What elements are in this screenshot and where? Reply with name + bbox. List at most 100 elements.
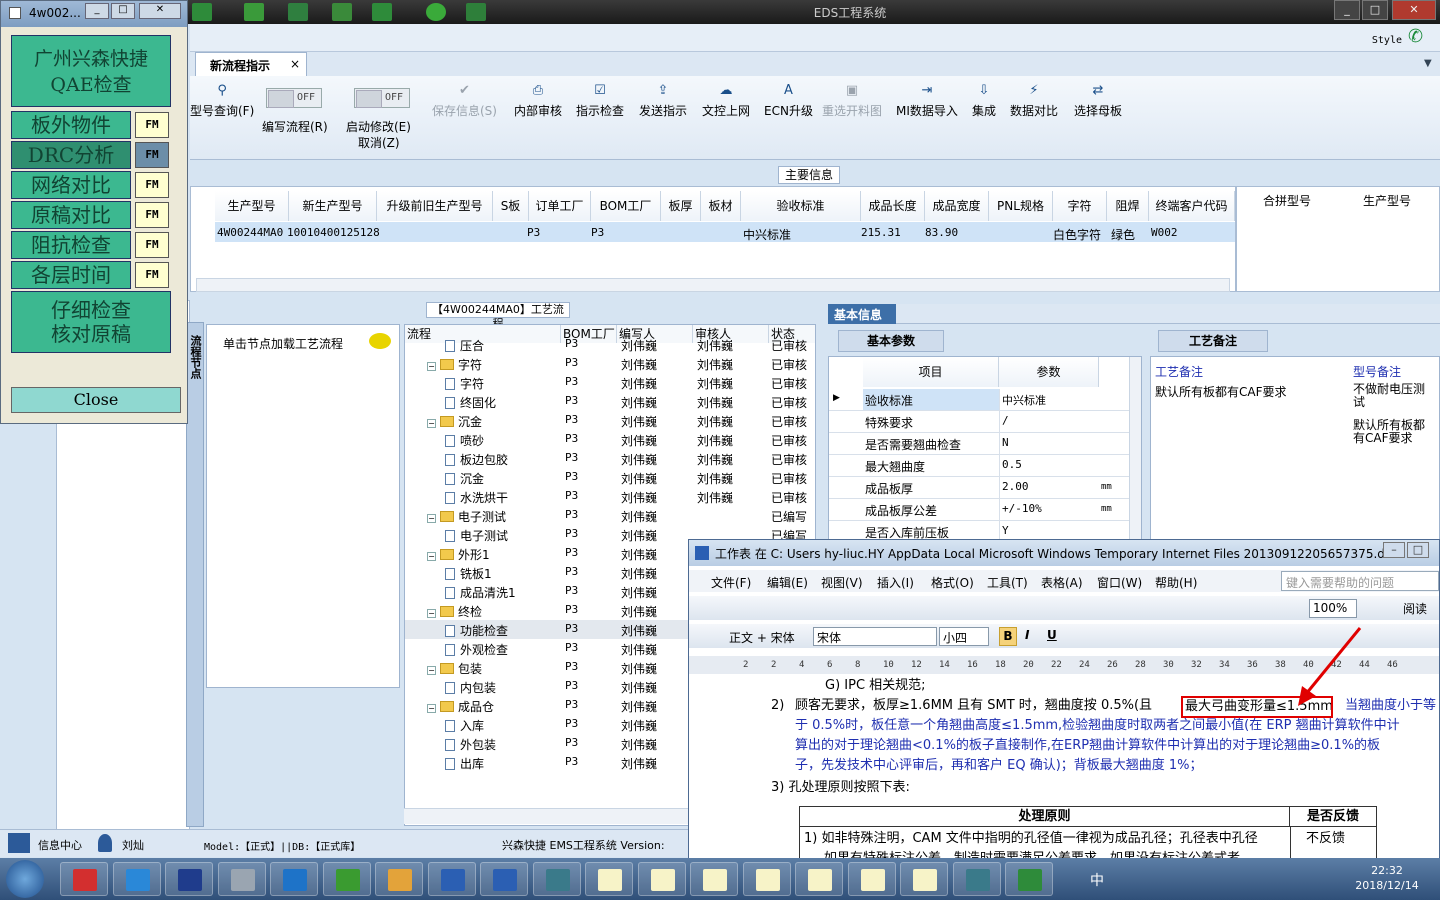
param-row[interactable]: ▶ 验收标准 中兴标准 (829, 389, 1129, 411)
param-value[interactable]: Y (999, 521, 1099, 539)
tree-row[interactable]: − 沉金 P3 刘伟巍 刘伟巍 已审核 (405, 411, 815, 430)
taskbar-app-button[interactable] (165, 862, 213, 896)
underline-button[interactable]: U (1047, 628, 1057, 642)
param-value[interactable]: 2.00 (999, 477, 1099, 498)
comment-icon[interactable] (369, 333, 391, 349)
start-modify-toggle[interactable]: OFF (354, 88, 410, 108)
style-menu[interactable]: Style (1372, 35, 1402, 46)
qae-item-button[interactable]: 各层时间 (11, 261, 131, 289)
tree-row[interactable]: 喷砂 P3 刘伟巍 刘伟巍 已审核 (405, 430, 815, 449)
windows-grid-icon[interactable] (8, 833, 30, 853)
col-header[interactable]: 合拼型号 (1237, 191, 1337, 211)
word-maximize-button[interactable]: □ (1407, 542, 1429, 558)
param-row[interactable]: 是否需要翘曲检查 N (829, 433, 1129, 455)
param-row[interactable]: 成品板厚公差 +/-10% mm (829, 499, 1129, 521)
popup-close-button[interactable]: Close (11, 387, 181, 413)
param-row[interactable]: 成品板厚 2.00 mm (829, 477, 1129, 499)
col-header[interactable]: PNL规格 (989, 191, 1053, 221)
taskbar-app-button[interactable] (112, 862, 161, 896)
col-header[interactable]: 终端客户代码 (1149, 191, 1235, 221)
param-value[interactable]: / (999, 411, 1099, 432)
param-value[interactable]: N (999, 433, 1099, 454)
tree-row[interactable]: 水洗烘干 P3 刘伟巍 刘伟巍 已审核 (405, 487, 815, 506)
col-header[interactable]: 板厚 (661, 191, 701, 221)
taskbar-app-button[interactable] (322, 862, 371, 896)
param-row[interactable]: 最大翘曲度 0.5 (829, 455, 1129, 477)
cancel-label[interactable]: 取消(Z) (358, 134, 400, 151)
col-header[interactable]: 生产型号 (1337, 191, 1437, 211)
zoom-select[interactable]: 100% (1309, 599, 1357, 618)
qae-item-button[interactable]: DRC分析 (11, 141, 131, 169)
size-select[interactable]: 小四 (939, 627, 989, 646)
taskbar-app-button[interactable] (742, 862, 791, 896)
maximize-button[interactable]: □ (1362, 0, 1388, 20)
tab-close-icon[interactable]: × (290, 57, 300, 71)
taskbar-app-button[interactable] (900, 862, 948, 896)
clock[interactable]: 22:32 2018/12/14 (1350, 863, 1424, 893)
taskbar-app-button[interactable] (217, 862, 266, 896)
tab-basic-params[interactable]: 基本参数 (838, 330, 944, 352)
collapse-icon[interactable]: − (427, 514, 436, 523)
menu-help[interactable]: 帮助(H) (1155, 574, 1197, 591)
col-header[interactable]: 项目 (863, 357, 999, 387)
tree-row[interactable]: − 电子测试 P3 刘伟巍 已编写 (405, 506, 815, 525)
internal-review-button[interactable]: ⎙ 内部审核 (514, 84, 562, 119)
tree-row[interactable]: 板边包胶 P3 刘伟巍 刘伟巍 已审核 (405, 449, 815, 468)
col-header[interactable]: 成品长度 (861, 191, 925, 221)
popup-maximize-button[interactable]: □ (111, 3, 135, 19)
col-header[interactable]: 验收标准 (741, 191, 861, 221)
instruction-check-button[interactable]: ☑ 指示检查 (576, 84, 624, 119)
send-instruction-button[interactable]: ⇪ 发送指示 (639, 84, 687, 119)
select-mother-board-button[interactable]: ⇄ 选择母板 (1074, 84, 1122, 119)
taskbar-app-button[interactable] (585, 862, 633, 896)
integrate-button[interactable]: ⇩ 集成 (972, 84, 996, 119)
user-icon[interactable] (426, 3, 446, 21)
taskbar-app-button[interactable] (427, 862, 476, 896)
minimize-button[interactable]: _ (1334, 0, 1360, 20)
chart-icon[interactable] (466, 3, 486, 21)
menu-table[interactable]: 表格(A) (1041, 574, 1083, 591)
collapse-icon[interactable]: − (427, 609, 436, 618)
info-center-link[interactable]: 信息中心 (38, 837, 82, 853)
col-header[interactable]: 工艺备注 (1155, 363, 1203, 380)
taskbar-app-button[interactable] (795, 862, 843, 896)
taskbar-app-button[interactable] (532, 862, 581, 896)
taskbar-app-button[interactable] (847, 862, 896, 896)
word-minimize-button[interactable]: – (1383, 542, 1405, 558)
fm-button[interactable]: FM (135, 202, 169, 228)
menu-file[interactable]: 文件(F) (711, 574, 751, 591)
taskbar-app-button[interactable] (1005, 862, 1053, 896)
reselect-cut-button[interactable]: ▣ 重选开料图 (822, 84, 882, 119)
param-value[interactable]: 0.5 (999, 455, 1099, 476)
params-scrollbar[interactable] (1129, 357, 1141, 539)
menu-view[interactable]: 视图(V) (821, 574, 863, 591)
mi-import-button[interactable]: ⇥ MI数据导入 (896, 84, 958, 119)
popup-close-icon[interactable]: ✕ (139, 3, 181, 19)
menu-edit[interactable]: 编辑(E) (767, 574, 808, 591)
qae-item-button[interactable]: 原稿对比 (11, 201, 131, 229)
bold-button[interactable]: B (999, 627, 1017, 646)
model-query-button[interactable]: ⚲ 型号查询(F) (190, 84, 254, 119)
tree-row[interactable]: − 字符 P3 刘伟巍 刘伟巍 已审核 (405, 354, 815, 373)
qae-item-button[interactable]: 板外物件 (11, 111, 131, 139)
collapse-icon[interactable]: − (427, 552, 436, 561)
taskbar-app-button[interactable] (480, 862, 528, 896)
col-header[interactable]: 成品宽度 (925, 191, 989, 221)
taskbar-app-button[interactable] (637, 862, 686, 896)
col-header[interactable]: 字符 (1053, 191, 1107, 221)
param-row[interactable]: 是否入库前压板 Y (829, 521, 1129, 539)
tree-row[interactable]: 终固化 P3 刘伟巍 刘伟巍 已审核 (405, 392, 815, 411)
tab-basic-info[interactable]: 基本信息 (828, 304, 896, 324)
help-search-input[interactable]: 键入需要帮助的问题 (1281, 571, 1439, 591)
taskbar-app-button[interactable] (60, 862, 108, 896)
param-value[interactable]: +/-10% (999, 499, 1099, 520)
col-header[interactable]: S板 (493, 191, 529, 221)
tab-process-notes[interactable]: 工艺备注 (1158, 330, 1268, 352)
taskbar-app-button[interactable] (270, 862, 318, 896)
tree-row[interactable]: 沉金 P3 刘伟巍 刘伟巍 已审核 (405, 468, 815, 487)
col-header[interactable]: 订单工厂 (529, 191, 591, 221)
tree-row[interactable]: 压合 P3 刘伟巍 刘伟巍 已审核 (405, 335, 815, 354)
collapse-icon[interactable]: − (427, 666, 436, 675)
param-value[interactable]: 中兴标准 (999, 389, 1099, 410)
col-header[interactable]: 参数 (999, 357, 1099, 387)
